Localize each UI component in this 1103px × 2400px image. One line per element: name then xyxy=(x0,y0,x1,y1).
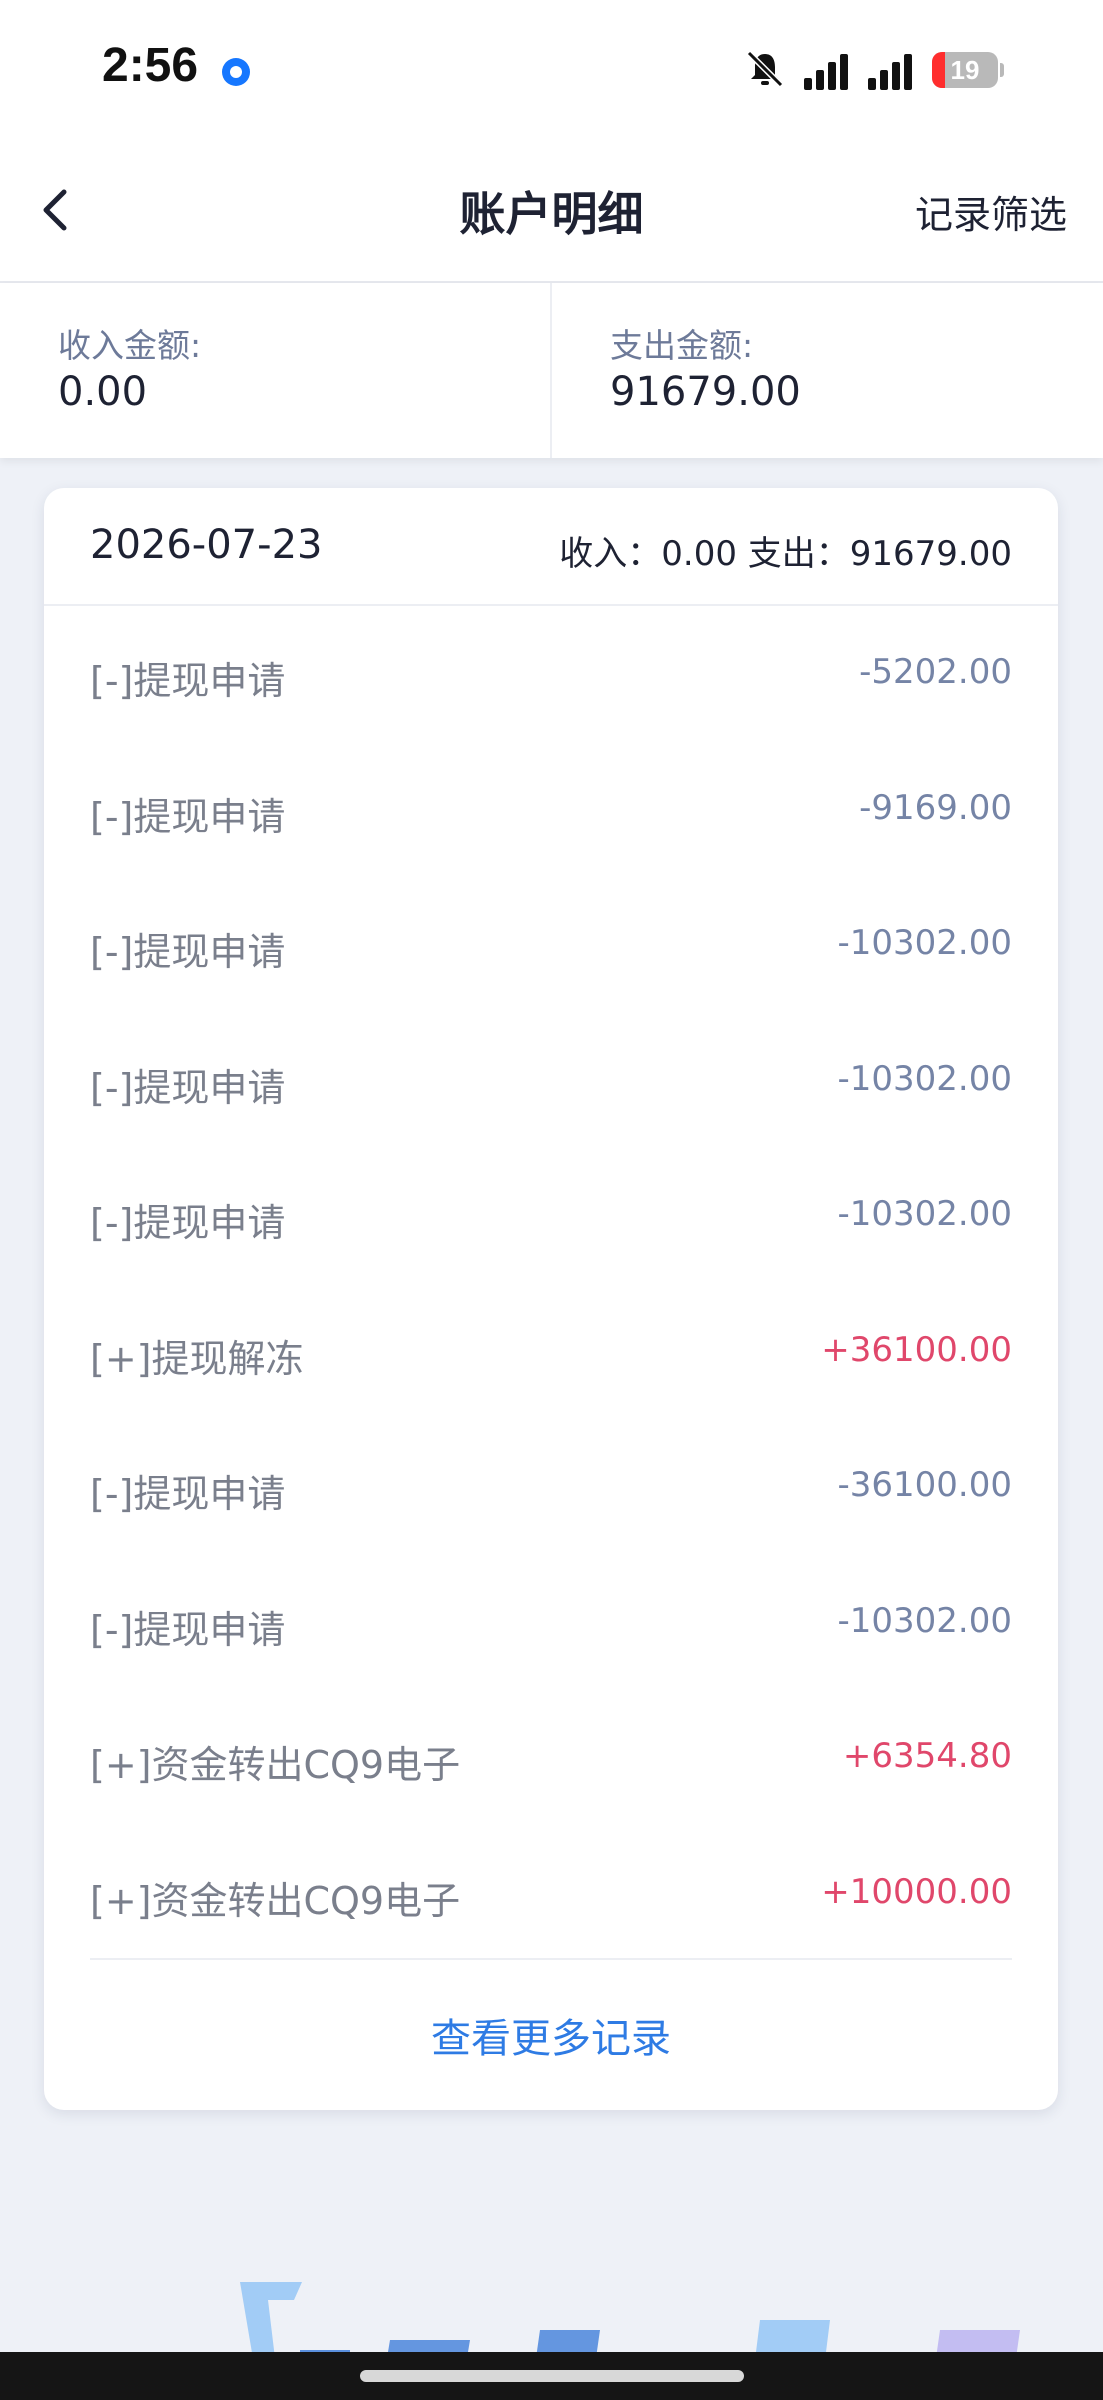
record-label: [-]提现申请 xyxy=(90,930,286,974)
battery-cap xyxy=(1000,63,1004,77)
bell-muted-icon xyxy=(746,50,784,88)
account-details-screen: 2:56 19 账户明细 记录筛选 收入金额: 0.00 支出金额: 91679… xyxy=(0,0,1103,2400)
record-amount: +6354.80 xyxy=(842,1736,1012,1776)
expense-summary: 支出金额: 91679.00 xyxy=(552,283,1103,458)
nav-bar: 账户明细 记录筛选 xyxy=(0,140,1103,283)
record-list: [-]提现申请 -5202.00 [-]提现申请 -9169.00 [-]提现申… xyxy=(44,606,1058,1961)
record-label: [+]资金转出CQ9电子 xyxy=(90,1878,461,1923)
record-date: 2026-07-23 xyxy=(90,522,323,568)
record-amount: -10302.00 xyxy=(837,923,1013,963)
record-label: [-]提现申请 xyxy=(90,1201,286,1245)
card-header: 2026-07-23 收入：0.00 支出：91679.00 xyxy=(44,488,1058,606)
record-amount: -5202.00 xyxy=(859,652,1012,692)
divider xyxy=(90,1958,1012,1960)
record-label: [+]资金转出CQ9电子 xyxy=(90,1743,461,1787)
income-label: 收入金额: xyxy=(58,326,202,365)
record-row[interactable]: [-]提现申请 -9169.00 xyxy=(44,742,1058,878)
record-label: [-]提现申请 xyxy=(90,1472,286,1516)
view-more-records-link[interactable]: 查看更多记录 xyxy=(44,2006,1058,2064)
signal-icon-sim1 xyxy=(804,50,858,90)
location-indicator-icon xyxy=(222,58,250,86)
record-label: [-]提现申请 xyxy=(90,794,286,839)
day-totals: 收入：0.00 支出：91679.00 xyxy=(559,534,1012,574)
home-indicator[interactable] xyxy=(360,2370,744,2382)
record-label: [-]提现申请 xyxy=(90,1065,286,1110)
income-value: 0.00 xyxy=(58,369,148,415)
record-row[interactable]: [+]资金转出CQ9电子 +6354.80 xyxy=(44,1690,1058,1826)
records-card: 2026-07-23 收入：0.00 支出：91679.00 [-]提现申请 -… xyxy=(44,488,1058,2110)
expense-value: 91679.00 xyxy=(610,369,801,415)
battery-icon: 19 xyxy=(932,52,998,88)
record-amount: -10302.00 xyxy=(837,1058,1013,1099)
record-row[interactable]: [-]提现申请 -10302.00 xyxy=(44,1013,1058,1149)
record-label: [+]提现解冻 xyxy=(90,1336,304,1381)
status-time: 2:56 xyxy=(102,39,199,92)
record-amount: -10302.00 xyxy=(837,1194,1013,1234)
record-label: [-]提现申请 xyxy=(90,1607,286,1652)
record-label: [-]提现申请 xyxy=(90,659,286,703)
record-amount: -10302.00 xyxy=(837,1600,1013,1641)
status-bar: 2:56 19 xyxy=(0,0,1103,140)
expense-label: 支出金额: xyxy=(610,326,754,365)
record-row[interactable]: [+]提现解冻 +36100.00 xyxy=(44,1284,1058,1420)
record-amount: -9169.00 xyxy=(859,787,1012,828)
summary-panel: 收入金额: 0.00 支出金额: 91679.00 xyxy=(0,283,1103,458)
record-filter-button[interactable]: 记录筛选 xyxy=(915,184,1067,239)
record-amount: -36100.00 xyxy=(837,1465,1013,1505)
signal-icon-sim2 xyxy=(868,50,922,90)
record-row[interactable]: [-]提现申请 -5202.00 xyxy=(44,606,1058,742)
record-amount: +36100.00 xyxy=(821,1329,1012,1370)
record-row[interactable]: [+]资金转出CQ9电子 +10000.00 xyxy=(44,1826,1058,1962)
record-amount: +10000.00 xyxy=(821,1871,1012,1912)
record-row[interactable]: [-]提现申请 -10302.00 xyxy=(44,877,1058,1013)
record-row[interactable]: [-]提现申请 -10302.00 xyxy=(44,1555,1058,1691)
record-row[interactable]: [-]提现申请 -10302.00 xyxy=(44,1148,1058,1284)
battery-percent: 19 xyxy=(950,55,980,85)
record-row[interactable]: [-]提现申请 -36100.00 xyxy=(44,1419,1058,1555)
income-summary: 收入金额: 0.00 xyxy=(0,283,552,458)
